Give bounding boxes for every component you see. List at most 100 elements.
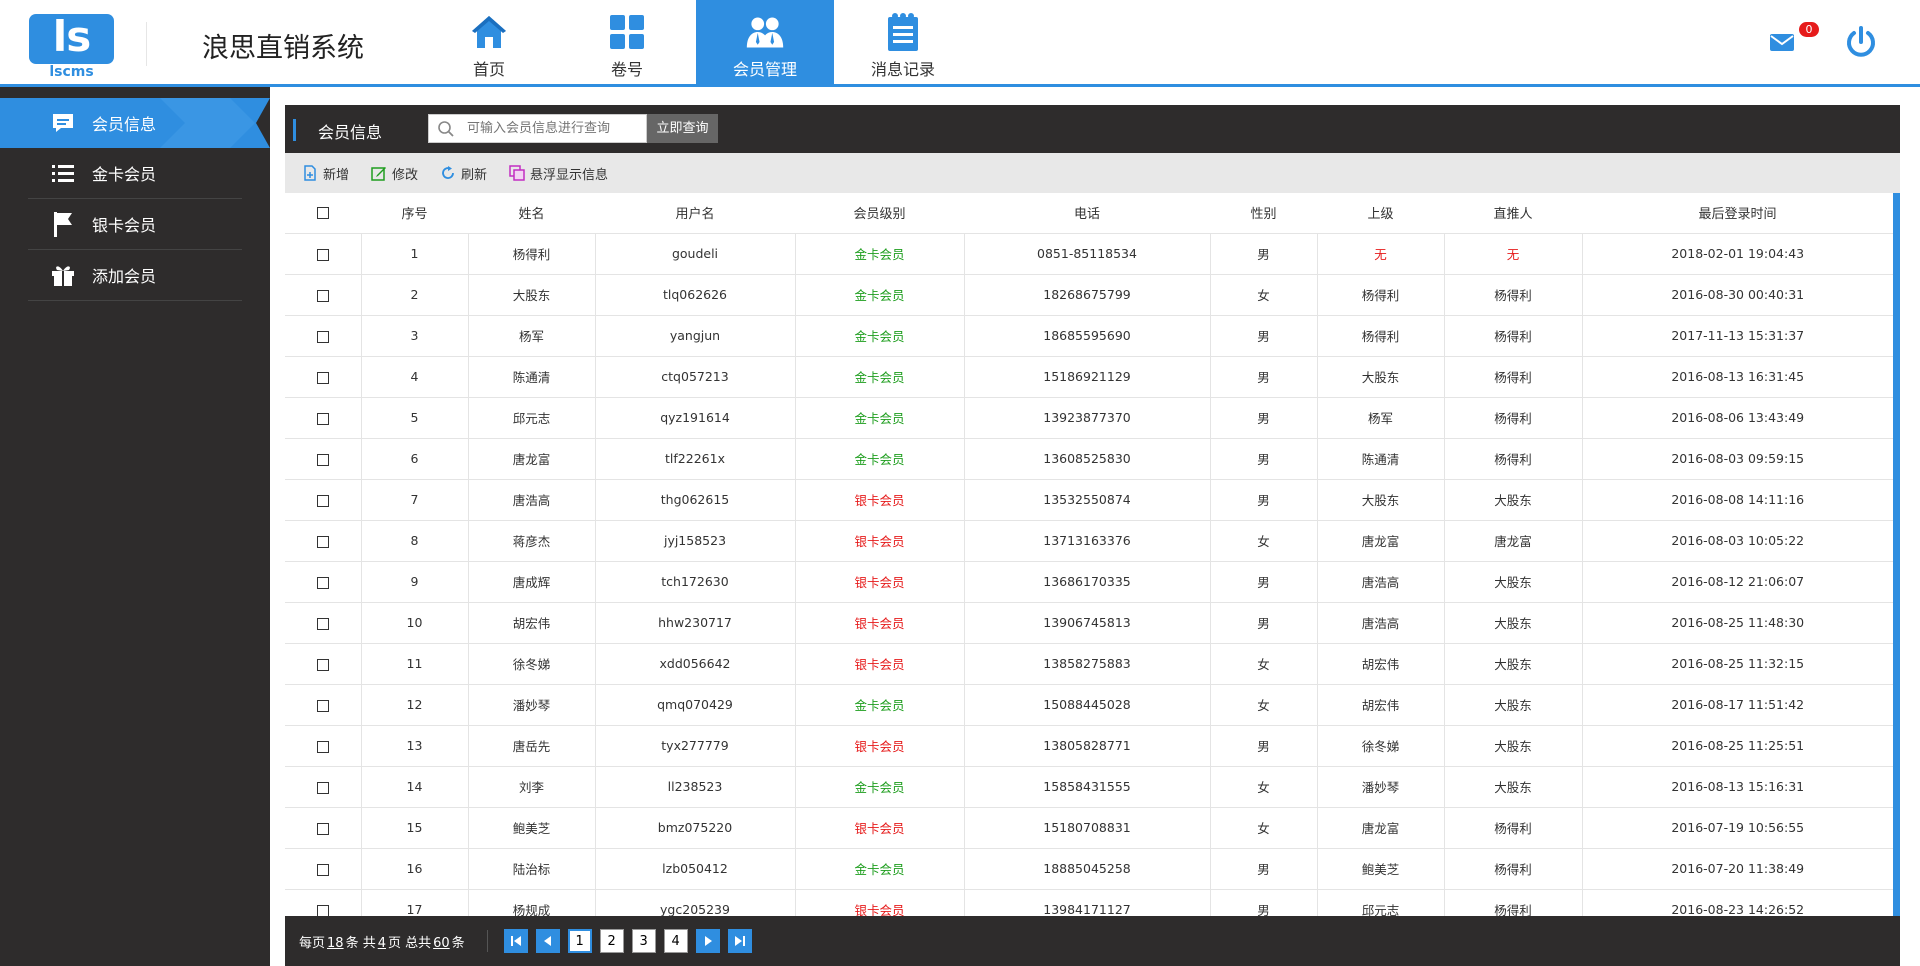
table-cell: 金卡会员 <box>795 356 965 398</box>
topnav-message-log[interactable]: 消息记录 <box>834 0 972 87</box>
mail-icon[interactable] <box>1768 30 1796 54</box>
table-row[interactable]: 10 胡宏伟 hhw230717 银卡会员 13906745813 男唐浩高 大股东 2016… <box>285 602 1893 644</box>
row-select-cell <box>285 356 362 398</box>
table-cell: 9 <box>361 561 469 603</box>
table-row[interactable]: 11 徐冬娣 xdd056642 银卡会员 13858275883 女胡宏伟 大股东 2016… <box>285 643 1893 685</box>
table-cell: ll238523 <box>595 766 796 808</box>
float-info-button[interactable]: 悬浮显示信息 <box>509 164 608 183</box>
page-4-button[interactable]: 4 <box>663 929 688 953</box>
refresh-button[interactable]: 刷新 <box>440 164 487 183</box>
row-checkbox[interactable] <box>316 494 329 507</box>
row-checkbox[interactable] <box>316 371 329 384</box>
table-cell: 0851-85118534 <box>964 233 1211 275</box>
table-header-row: 序号 姓名 用户名 会员级别 电话 性别 上级 直推人 最后登录时间 <box>285 193 1893 234</box>
table-row[interactable]: 5 邱元志 qyz191614 金卡会员 13923877370 男杨军 杨得利 2016-0… <box>285 397 1893 439</box>
table-cell: 唐龙富 <box>1317 520 1445 562</box>
row-select-cell <box>285 766 362 808</box>
table-row[interactable]: 14 刘李 ll238523 金卡会员 15858431555 女潘妙琴 大股东 2016-0… <box>285 766 1893 808</box>
select-all-checkbox[interactable] <box>317 206 329 219</box>
row-checkbox[interactable] <box>316 289 329 302</box>
prev-page-button[interactable] <box>535 929 560 953</box>
add-button[interactable]: 新增 <box>302 164 349 183</box>
table-row[interactable]: 15 鲍美芝 bmz075220 银卡会员 15180708831 女唐龙富 杨得利 2016… <box>285 807 1893 849</box>
row-checkbox[interactable] <box>316 535 329 548</box>
page-2-button[interactable]: 2 <box>599 929 624 953</box>
sidebar-item-silver-member[interactable]: 银卡会员 <box>0 199 270 249</box>
column-header: 用户名 <box>595 193 795 234</box>
search-input[interactable] <box>467 115 642 142</box>
table-row[interactable]: 2 大股东 tlq062626 金卡会员 18268675799 女杨得利 杨得利 2016-… <box>285 274 1893 316</box>
row-checkbox[interactable] <box>316 740 329 753</box>
flag-icon <box>48 211 78 237</box>
table-row[interactable]: 1 杨得利 goudeli 金卡会员 0851-85118534 男无无 2018-02-0… <box>285 233 1893 275</box>
mail-count-badge: 0 <box>1799 22 1819 37</box>
sidebar-item-member-info[interactable]: 会员信息 <box>0 98 270 148</box>
topnav-juanhao[interactable]: 卷号 <box>558 0 696 87</box>
table-cell: 15858431555 <box>964 766 1211 808</box>
topnav-member-management[interactable]: 会员管理 <box>696 0 834 87</box>
table-cell: 刘李 <box>468 766 596 808</box>
table-cell: 2016-08-08 14:11:16 <box>1582 479 1893 521</box>
table-cell: 18885045258 <box>964 848 1211 890</box>
table-cell: 女 <box>1210 643 1318 685</box>
table-cell: 2016-08-06 13:43:49 <box>1582 397 1893 439</box>
table-cell: 5 <box>361 397 469 439</box>
row-checkbox[interactable] <box>316 658 329 671</box>
first-page-button[interactable] <box>503 929 528 953</box>
table-row[interactable]: 8 蒋彦杰 jyj158523 银卡会员 13713163376 女唐龙富 唐龙富 2016-… <box>285 520 1893 562</box>
table-row[interactable]: 7 唐浩高 thg062615 银卡会员 13532550874 男大股东 大股东 2016-… <box>285 479 1893 521</box>
logo: ls <box>29 14 114 64</box>
last-page-button[interactable] <box>727 929 752 953</box>
table-cell: 18268675799 <box>964 274 1211 316</box>
table-cell: 唐龙富 <box>1317 807 1445 849</box>
row-checkbox[interactable] <box>316 576 329 589</box>
row-checkbox[interactable] <box>316 904 329 916</box>
row-checkbox[interactable] <box>316 412 329 425</box>
last-page-icon <box>734 936 745 946</box>
table-cell: 12 <box>361 684 469 726</box>
table-cell: tlq062626 <box>595 274 796 316</box>
table-row[interactable]: 6 唐龙富 tlf22261x 金卡会员 13608525830 男陈通清 杨得利 2016-… <box>285 438 1893 480</box>
table-cell: 唐龙富 <box>1444 520 1583 562</box>
page-3-button[interactable]: 3 <box>631 929 656 953</box>
scrollbar[interactable] <box>1893 193 1900 916</box>
row-checkbox[interactable] <box>316 699 329 712</box>
row-checkbox[interactable] <box>316 248 329 261</box>
table-cell: 杨得利 <box>1444 356 1583 398</box>
row-checkbox[interactable] <box>316 863 329 876</box>
table-cell: 大股东 <box>1444 561 1583 603</box>
row-select-cell <box>285 479 362 521</box>
table-row[interactable]: 17 杨规成 ygc205239 银卡会员 13984171127 男邱元志 杨得利 2016… <box>285 889 1893 916</box>
topnav-home[interactable]: 首页 <box>420 0 558 87</box>
table-cell: 杨得利 <box>1444 889 1583 916</box>
table-row[interactable]: 4 陈通清 ctq057213 金卡会员 15186921129 男大股东 杨得利 2016-… <box>285 356 1893 398</box>
table-cell: 2017-11-13 15:31:37 <box>1582 315 1893 357</box>
float-info-icon <box>509 165 525 181</box>
power-icon[interactable] <box>1844 25 1878 59</box>
sidebar-item-gold-member[interactable]: 金卡会员 <box>0 148 270 198</box>
table-row[interactable]: 13 唐岳先 tyx277779 银卡会员 13805828771 男徐冬娣 大股东 2016… <box>285 725 1893 767</box>
row-checkbox[interactable] <box>316 617 329 630</box>
table-cell: 银卡会员 <box>795 725 965 767</box>
table-row[interactable]: 9 唐成辉 tch172630 银卡会员 13686170335 男唐浩高 大股东 2016-… <box>285 561 1893 603</box>
table-row[interactable]: 3 杨军 yangjun 金卡会员 18685595690 男杨得利 杨得利 2017-11-… <box>285 315 1893 357</box>
table-cell: 银卡会员 <box>795 520 965 562</box>
row-checkbox[interactable] <box>316 330 329 343</box>
row-checkbox[interactable] <box>316 781 329 794</box>
table-cell: 大股东 <box>1444 725 1583 767</box>
column-header: 姓名 <box>468 193 595 234</box>
sidebar-item-add-member[interactable]: 添加会员 <box>0 250 270 300</box>
prev-page-icon <box>543 936 551 946</box>
search-button[interactable]: 立即查询 <box>647 114 718 143</box>
row-checkbox[interactable] <box>316 822 329 835</box>
page-1-button[interactable]: 1 <box>567 929 592 953</box>
row-checkbox[interactable] <box>316 453 329 466</box>
table-cell: 女 <box>1210 766 1318 808</box>
edit-button[interactable]: 修改 <box>371 164 418 183</box>
table-cell: 大股东 <box>1444 643 1583 685</box>
table-row[interactable]: 12 潘妙琴 qmq070429 金卡会员 15088445028 女胡宏伟 大股东 2016… <box>285 684 1893 726</box>
row-select-cell <box>285 315 362 357</box>
next-page-button[interactable] <box>695 929 720 953</box>
table-row[interactable]: 16 陆治标 lzb050412 金卡会员 18885045258 男鲍美芝 杨得利 2016… <box>285 848 1893 890</box>
table-cell: 胡宏伟 <box>1317 684 1445 726</box>
